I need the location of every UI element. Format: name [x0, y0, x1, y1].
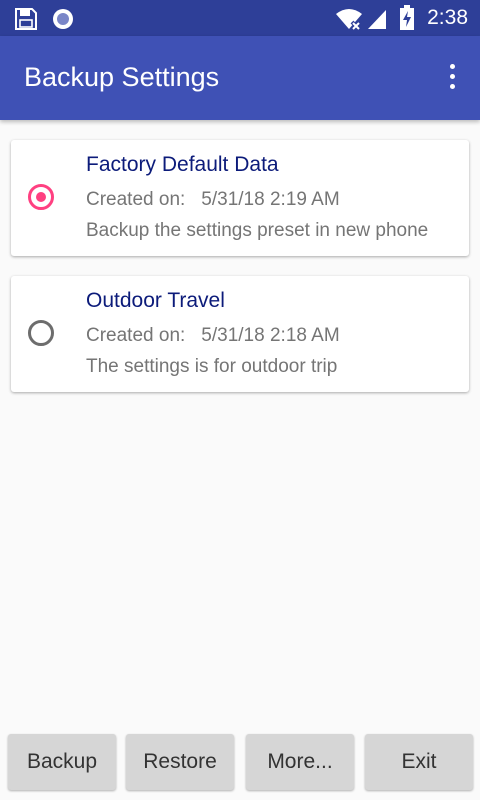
- backup-item-outdoor-travel[interactable]: Outdoor Travel Created on: 5/31/18 2:18 A…: [11, 276, 469, 392]
- radio-selected-icon[interactable]: [28, 184, 54, 210]
- restore-button[interactable]: Restore: [126, 734, 234, 790]
- created-label: Created on:: [86, 325, 186, 346]
- floppy-disk-icon: [15, 8, 37, 30]
- backup-created: Created on: 5/31/18 2:18 AM: [86, 325, 340, 347]
- battery-charging-icon: [400, 5, 414, 30]
- backup-button[interactable]: Backup: [8, 734, 116, 790]
- cell-signal-icon: [368, 10, 386, 29]
- backup-description: The settings is for outdoor trip: [86, 356, 338, 377]
- created-date: 5/31/18 2:19 AM: [201, 189, 340, 210]
- circle-notification-icon: [53, 9, 73, 29]
- status-bar: 2:38: [0, 0, 480, 36]
- created-label: Created on:: [86, 189, 186, 210]
- more-vert-icon[interactable]: [442, 64, 462, 92]
- exit-button[interactable]: Exit: [365, 734, 473, 790]
- backup-name: Outdoor Travel: [86, 289, 225, 312]
- backup-created: Created on: 5/31/18 2:19 AM: [86, 189, 340, 211]
- created-date: 5/31/18 2:18 AM: [201, 325, 340, 346]
- app-bar: Backup Settings: [0, 36, 480, 120]
- button-bar: Backup Restore More... Exit: [0, 734, 480, 792]
- more-button[interactable]: More...: [246, 734, 354, 790]
- backup-item-factory-default[interactable]: Factory Default Data Created on: 5/31/18 …: [11, 140, 469, 256]
- clock: 2:38: [427, 6, 468, 29]
- backup-name: Factory Default Data: [86, 153, 279, 176]
- radio-unselected-icon[interactable]: [28, 320, 54, 346]
- wifi-x-icon: [336, 9, 362, 30]
- page-title: Backup Settings: [24, 62, 220, 92]
- backup-description: Backup the settings preset in new phone: [86, 220, 429, 241]
